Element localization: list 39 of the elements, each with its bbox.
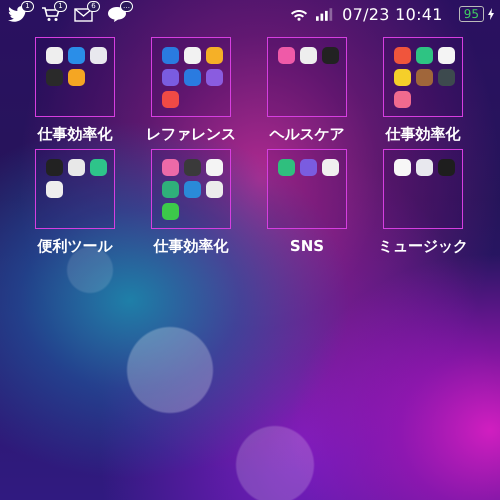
app-icon[interactable] [90, 47, 107, 64]
app-icon[interactable] [206, 47, 223, 64]
app-folder[interactable] [151, 37, 231, 117]
app-folder[interactable] [383, 37, 463, 117]
app-icon[interactable] [184, 47, 201, 64]
app-icon[interactable] [394, 69, 411, 86]
folder-label: レファレンス [146, 124, 236, 145]
folder-label: ヘルスケア [270, 124, 344, 145]
wifi-icon [290, 8, 308, 20]
cart-icon [41, 6, 61, 22]
app-folder[interactable] [35, 37, 115, 117]
app-icon[interactable] [394, 159, 411, 176]
app-icon[interactable] [300, 47, 317, 64]
app-icon[interactable] [438, 47, 455, 64]
chat-bubble-icon [107, 6, 127, 22]
app-icon[interactable] [68, 69, 85, 86]
app-icon[interactable] [416, 159, 433, 176]
app-folder[interactable] [267, 37, 347, 117]
app-icon[interactable] [90, 159, 107, 176]
app-icon[interactable] [322, 159, 339, 176]
app-folder[interactable] [151, 149, 231, 229]
clock-time: 07/23 10:41 [342, 4, 443, 24]
app-folder[interactable] [35, 149, 115, 229]
app-icon[interactable] [46, 181, 63, 198]
folder-label: 仕事効率化 [386, 124, 460, 145]
folder-label: SNS [290, 236, 324, 257]
app-icon[interactable] [206, 181, 223, 198]
app-folder[interactable] [267, 149, 347, 229]
app-folder[interactable] [383, 149, 463, 229]
signal-icon [316, 8, 334, 20]
folder-label: 仕事効率化 [154, 236, 228, 257]
app-icon[interactable] [68, 159, 85, 176]
folder-label: 便利ツール [38, 236, 112, 257]
app-icon[interactable] [416, 47, 433, 64]
app-icon[interactable] [206, 159, 223, 176]
folder-label: 仕事効率化 [38, 124, 112, 145]
app-icon[interactable] [46, 47, 63, 64]
folder-label: ミュージック [378, 236, 468, 257]
battery-indicator: 95 [458, 6, 484, 22]
